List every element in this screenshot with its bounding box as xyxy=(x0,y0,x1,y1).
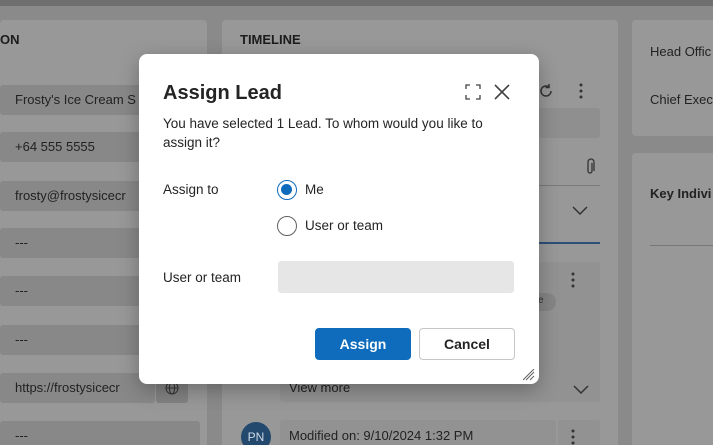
user-or-team-label: User or team xyxy=(163,270,242,285)
view-more-chevron-icon[interactable] xyxy=(573,382,589,400)
key-individuals-title: Key Indivi xyxy=(650,186,712,201)
divider xyxy=(650,245,713,246)
assign-lead-dialog: Assign Lead You have selected 1 Lead. To… xyxy=(139,54,539,384)
entry-more-icon[interactable] xyxy=(569,428,577,445)
assign-to-label: Assign to xyxy=(163,182,219,197)
expand-icon[interactable] xyxy=(465,84,481,100)
attachment-icon[interactable] xyxy=(584,158,596,181)
entry-more-box[interactable] xyxy=(558,420,600,445)
radio-me-label[interactable]: Me xyxy=(305,182,324,197)
timeline-search-box[interactable] xyxy=(539,108,600,138)
right-info-panel xyxy=(632,20,713,136)
card-more-icon[interactable] xyxy=(569,271,577,294)
user-or-team-input[interactable] xyxy=(278,261,514,293)
dialog-description: You have selected 1 Lead. To whom would … xyxy=(163,116,483,150)
cancel-button[interactable]: Cancel xyxy=(419,328,515,360)
dialog-title: Assign Lead xyxy=(163,82,282,104)
radio-user-or-team-label[interactable]: User or team xyxy=(305,218,383,233)
website-field[interactable]: https://frostysicecr xyxy=(0,373,155,403)
resize-handle-icon[interactable] xyxy=(522,368,535,381)
avatar: PN xyxy=(241,422,271,445)
details-section-title: ON xyxy=(0,32,20,47)
refresh-icon[interactable] xyxy=(537,82,555,105)
chevron-down-icon[interactable] xyxy=(572,203,588,221)
radio-me[interactable] xyxy=(277,180,297,200)
empty-field-4[interactable]: --- xyxy=(0,421,200,445)
head-office-label: Head Offic xyxy=(650,44,712,59)
more-options-icon[interactable] xyxy=(577,82,585,105)
close-icon[interactable] xyxy=(493,83,511,101)
top-bar xyxy=(0,0,713,6)
timeline-title: TIMELINE xyxy=(240,32,301,47)
assign-button[interactable]: Assign xyxy=(315,328,411,360)
modified-on-text: Modified on: 9/10/2024 1:32 PM xyxy=(289,428,474,443)
tab-indicator xyxy=(538,242,600,244)
divider xyxy=(539,185,600,186)
chief-exec-label: Chief Exec xyxy=(650,92,713,107)
radio-user-or-team[interactable] xyxy=(277,216,297,236)
